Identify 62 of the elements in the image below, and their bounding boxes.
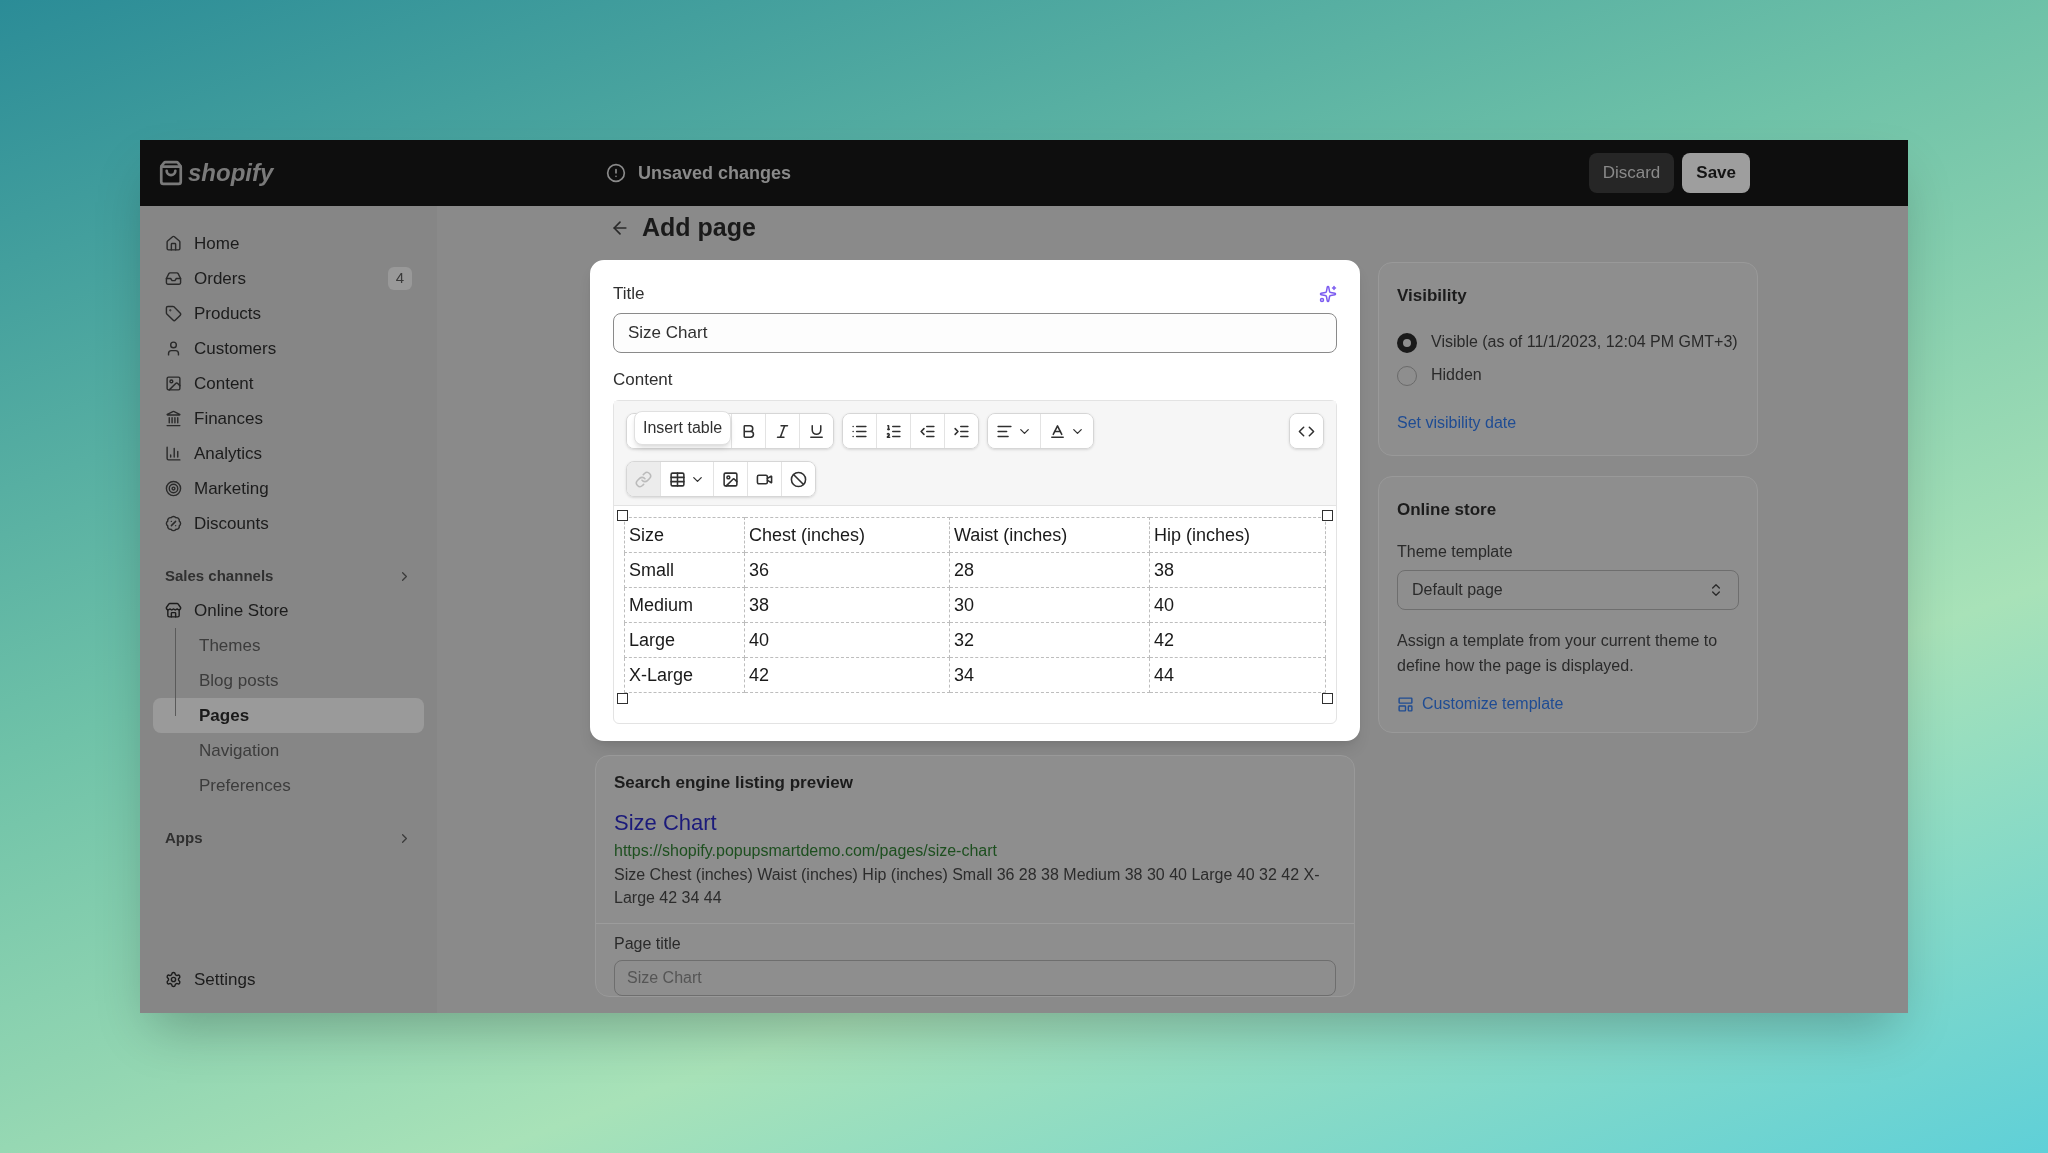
- visibility-date-link[interactable]: Set visibility date: [1397, 410, 1739, 435]
- nav-item[interactable]: Marketing: [153, 471, 424, 506]
- logo-text: shopify: [188, 158, 274, 188]
- customize-template-link[interactable]: Customize template: [1397, 692, 1739, 716]
- table-header-cell: Waist (inches): [949, 517, 1150, 553]
- card-heading: Visibility: [1397, 285, 1468, 307]
- table-cell: 36: [744, 552, 950, 588]
- card-heading: Online store: [1397, 498, 1498, 521]
- discard-button[interactable]: Discard: [1588, 153, 1675, 193]
- table-cell: 32: [949, 622, 1150, 658]
- table-cell: 40: [1149, 587, 1326, 623]
- template-select[interactable]: Default page: [1397, 570, 1739, 610]
- size-table[interactable]: Size Chest (inches) Waist (inches) Hip (inches) Small 36 28 38 Medium 38 30 40 Large 40 32 42 X-Large 42 34 44: [624, 517, 1326, 693]
- table-cell: 40: [744, 622, 950, 658]
- count-badge: 4: [387, 267, 412, 290]
- seo-title: Size Chart: [614, 808, 718, 837]
- radio-label: Hidden: [1431, 364, 1482, 385]
- seo-description: Size Chest (inches) Waist (inches) Hip (inches) Small 36 28 38 Medium 38 30 40 Large 40 32 42 X-Large 42 34 44: [614, 864, 1321, 908]
- seo-url: https://shopify.popupsmartdemo.com/pages/size-chart: [614, 840, 998, 861]
- field-label: Content: [613, 368, 674, 391]
- nav-item[interactable]: Finances: [153, 401, 424, 436]
- field-label: Page title: [614, 933, 682, 954]
- nav-item[interactable]: Discounts: [153, 506, 424, 541]
- nav-item[interactable]: Online Store: [153, 593, 424, 628]
- table-cell: 42: [1149, 622, 1326, 658]
- table-cell: Small: [624, 552, 745, 588]
- help-text: Assign a template from your current theme to define how the page is displayed.: [1397, 631, 1719, 676]
- nav-item[interactable]: Analytics: [153, 436, 424, 471]
- section-heading: Apps: [165, 827, 203, 848]
- table-cell: 28: [949, 552, 1150, 588]
- status-text: Unsaved changes: [638, 161, 792, 185]
- table-cell: Medium: [624, 587, 745, 623]
- nav-subitem[interactable]: Preferences: [153, 768, 424, 803]
- nav-item[interactable]: Home: [153, 226, 424, 261]
- nav-subitem[interactable]: Navigation: [153, 733, 424, 768]
- nav-subitem[interactable]: Pages: [153, 698, 424, 733]
- title-field[interactable]: Size Chart: [613, 312, 1337, 353]
- table-cell: 38: [744, 587, 950, 623]
- field-label: Theme template: [1397, 542, 1514, 562]
- table-cell: 38: [1149, 552, 1326, 588]
- section-heading: Sales channels: [165, 565, 274, 586]
- table-cell: 30: [949, 587, 1150, 623]
- table-cell: 34: [949, 657, 1150, 693]
- nav-item[interactable]: Settings: [153, 962, 424, 997]
- nav-item[interactable]: Customers: [153, 331, 424, 366]
- table-cell: 44: [1149, 657, 1326, 693]
- nav-item[interactable]: Orders 4: [153, 261, 424, 296]
- table-cell: 42: [744, 657, 950, 693]
- nav-item[interactable]: Products: [153, 296, 424, 331]
- field-label: Title: [613, 283, 645, 305]
- table-cell: X-Large: [624, 657, 745, 693]
- rich-text-editor[interactable]: Insert table Size Chest (inches) Waist (inches) Hip (inches) Small 36 28 38 Medium 38 30 40 Large 40 32 42 X-Large 42 34 44: [613, 400, 1337, 724]
- tooltip: Insert table: [634, 411, 732, 445]
- nav-subitem[interactable]: Themes: [153, 628, 424, 663]
- page-title: Add page: [642, 212, 756, 244]
- radio-label: Visible (as of 11/1/2023, 12:04 PM GMT+3): [1431, 331, 1738, 352]
- table-header-cell: Chest (inches): [744, 517, 950, 553]
- card-heading: Search engine listing preview: [614, 772, 855, 794]
- save-button[interactable]: Save: [1682, 153, 1750, 193]
- nav-item[interactable]: Content: [153, 366, 424, 401]
- nav-subitem[interactable]: Blog posts: [153, 663, 424, 698]
- table-cell: Large: [624, 622, 745, 658]
